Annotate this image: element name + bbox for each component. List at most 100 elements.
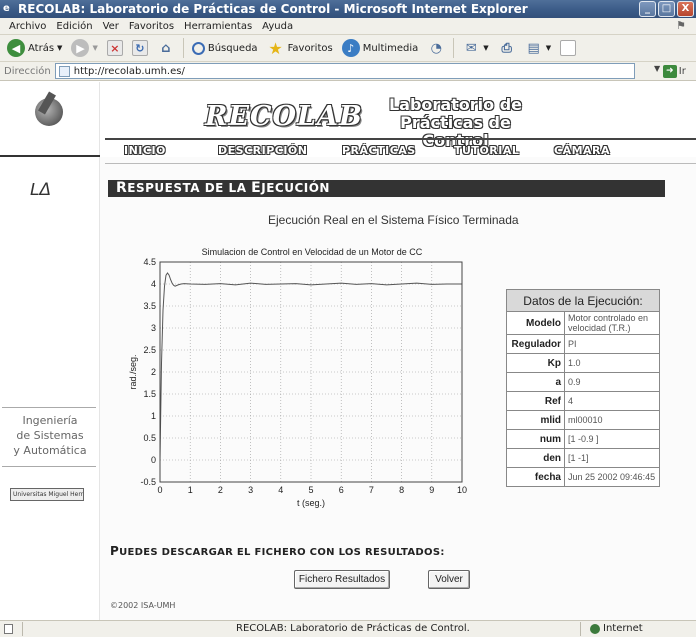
left-column: ᒪΔ Ingeniería de Sistemas y Automática U… — [0, 82, 100, 620]
table-value: ml00010 — [564, 410, 660, 430]
y-tick-label: 4.5 — [143, 257, 156, 267]
internet-globe-icon — [590, 623, 600, 634]
media-button[interactable]: ♪ Multimedia — [339, 37, 422, 59]
department-line-1: Ingeniería — [22, 414, 78, 427]
x-tick-label: 1 — [188, 485, 193, 495]
close-button[interactable]: X — [677, 1, 694, 17]
print-button[interactable]: ⎙ — [495, 37, 519, 59]
table-value: Jun 25 2002 09:46:45 — [564, 467, 660, 487]
nav-tutorial[interactable]: TUTORIAL — [454, 144, 519, 157]
back-dropdown-icon: ▼ — [57, 44, 63, 52]
minimize-button[interactable]: _ — [639, 1, 656, 17]
windows-logo-icon: ⚑ — [676, 19, 686, 32]
x-axis-label: t (seg.) — [297, 498, 325, 508]
favorites-star-icon: ★ — [268, 38, 283, 58]
media-icon: ♪ — [341, 39, 360, 57]
menu-bar: Archivo Edición Ver Favoritos Herramient… — [0, 18, 696, 35]
table-value: 0.9 — [564, 372, 660, 392]
media-label: Multimedia — [362, 42, 419, 54]
window-controls: _ □ X — [639, 1, 694, 17]
back-label: Atrás — [28, 42, 55, 54]
y-tick-label: 1.5 — [143, 389, 156, 399]
mail-button[interactable]: ✉ ▼ — [459, 37, 491, 59]
nav-camara[interactable]: CÁMARA — [554, 144, 610, 157]
edit-dropdown-icon: ▼ — [545, 44, 552, 52]
department-line-2: de Sistemas — [16, 429, 84, 442]
go-arrow-icon: ➜ — [662, 64, 677, 78]
x-tick-label: 5 — [308, 485, 313, 495]
table-row: Regulador PI — [506, 334, 660, 354]
maximize-button[interactable]: □ — [658, 1, 675, 17]
divider — [2, 466, 96, 467]
y-tick-label: 0.5 — [143, 433, 156, 443]
table-row: a 0.9 — [506, 372, 660, 392]
menu-ver[interactable]: Ver — [98, 21, 124, 32]
address-input[interactable]: http://recolab.umh.es/ — [54, 63, 635, 79]
menu-edicion[interactable]: Edición — [51, 21, 97, 32]
go-button[interactable]: ➜ Ir — [662, 64, 686, 78]
download-heading: PUEDES DESCARGAR EL FICHERO CON LOS RESU… — [110, 544, 445, 558]
y-axis-label: rad./seg. — [128, 354, 138, 389]
favorites-button[interactable]: ★ Favoritos — [264, 37, 336, 59]
table-row: Kp 1.0 — [506, 353, 660, 373]
recolab-emblem-logo — [35, 98, 63, 126]
ie-icon: e — [3, 3, 10, 14]
forward-button[interactable]: ▶ ▼ — [68, 37, 100, 59]
status-message: RECOLAB: Laboratorio de Prácticas de Con… — [236, 623, 470, 634]
section-title-initial: R — [116, 180, 128, 196]
status-bar: RECOLAB: Laboratorio de Prácticas de Con… — [0, 620, 696, 637]
search-icon — [191, 41, 205, 55]
section-title-initial-2: E — [251, 180, 262, 196]
table-key: Kp — [506, 353, 565, 373]
security-zone: Internet — [590, 623, 643, 634]
department-name: Ingeniería de Sistemas y Automática — [0, 413, 100, 458]
table-row: num [1 -0.9 ] — [506, 429, 660, 449]
x-tick-label: 9 — [429, 485, 434, 495]
nav-descripcion[interactable]: DESCRIPCIÓN — [218, 144, 308, 157]
messenger-button[interactable] — [557, 38, 579, 58]
chart-ticks: 0 1 2 3 4 5 6 7 8 9 10-0.500.511.522.533.544.5 — [140, 257, 467, 495]
copyright: ©2002 ISA-UMH — [110, 601, 176, 610]
chart-grid — [159, 261, 463, 483]
stop-button[interactable]: × — [104, 38, 126, 58]
back-arrow-icon: ◀ — [7, 39, 25, 57]
x-tick-label: 3 — [248, 485, 253, 495]
page-content: ᒪΔ Ingeniería de Sistemas y Automática U… — [0, 82, 696, 620]
edit-button[interactable]: ▤ ▼ — [522, 37, 554, 59]
main-nav: INICIO DESCRIPCIÓN PRÁCTICAS TUTORIAL CÁ… — [100, 144, 696, 162]
print-icon: ⎙ — [501, 40, 512, 56]
results-file-button[interactable]: Fichero Resultados — [294, 570, 390, 589]
search-label: Búsqueda — [207, 42, 258, 54]
page-icon — [58, 66, 70, 77]
x-tick-label: 6 — [339, 485, 344, 495]
go-label: Ir — [678, 65, 686, 77]
table-key: Ref — [506, 391, 565, 411]
search-button[interactable]: Búsqueda — [189, 40, 261, 57]
download-heading-text: UEDES DESCARGAR EL FICHERO CON LOS RESUL… — [119, 547, 445, 558]
history-button[interactable]: ◔ — [424, 37, 448, 59]
back-button[interactable]: ◀ Atrás ▼ — [4, 37, 65, 59]
forward-dropdown-icon: ▼ — [92, 44, 98, 52]
x-tick-label: 10 — [457, 485, 467, 495]
y-tick-label: -0.5 — [140, 477, 156, 487]
table-header: Datos de la Ejecución: — [506, 289, 660, 312]
menu-herramientas[interactable]: Herramientas — [179, 21, 257, 32]
umh-logo[interactable]: Universitas Miguel Hernández — [10, 488, 84, 501]
refresh-button[interactable]: ↻ — [129, 38, 151, 58]
mail-icon: ✉ — [465, 40, 477, 56]
nav-practicas[interactable]: PRÁCTICAS — [342, 144, 416, 157]
x-tick-label: 0 — [157, 485, 162, 495]
home-button[interactable]: ⌂ — [154, 37, 178, 59]
menu-favoritos[interactable]: Favoritos — [124, 21, 179, 32]
history-icon: ◔ — [430, 40, 442, 56]
menu-ayuda[interactable]: Ayuda — [257, 21, 298, 32]
nav-inicio[interactable]: INICIO — [124, 144, 166, 157]
messenger-icon — [560, 40, 577, 56]
address-dropdown-icon[interactable]: ▼ — [654, 64, 660, 73]
home-icon: ⌂ — [161, 40, 171, 56]
table-key: Regulador — [506, 334, 565, 354]
window-title: RECOLAB: Laboratorio de Prácticas de Con… — [18, 2, 528, 16]
back-page-button[interactable]: Volver — [428, 570, 470, 589]
menu-archivo[interactable]: Archivo — [4, 21, 51, 32]
toolbar-separator — [453, 38, 455, 58]
